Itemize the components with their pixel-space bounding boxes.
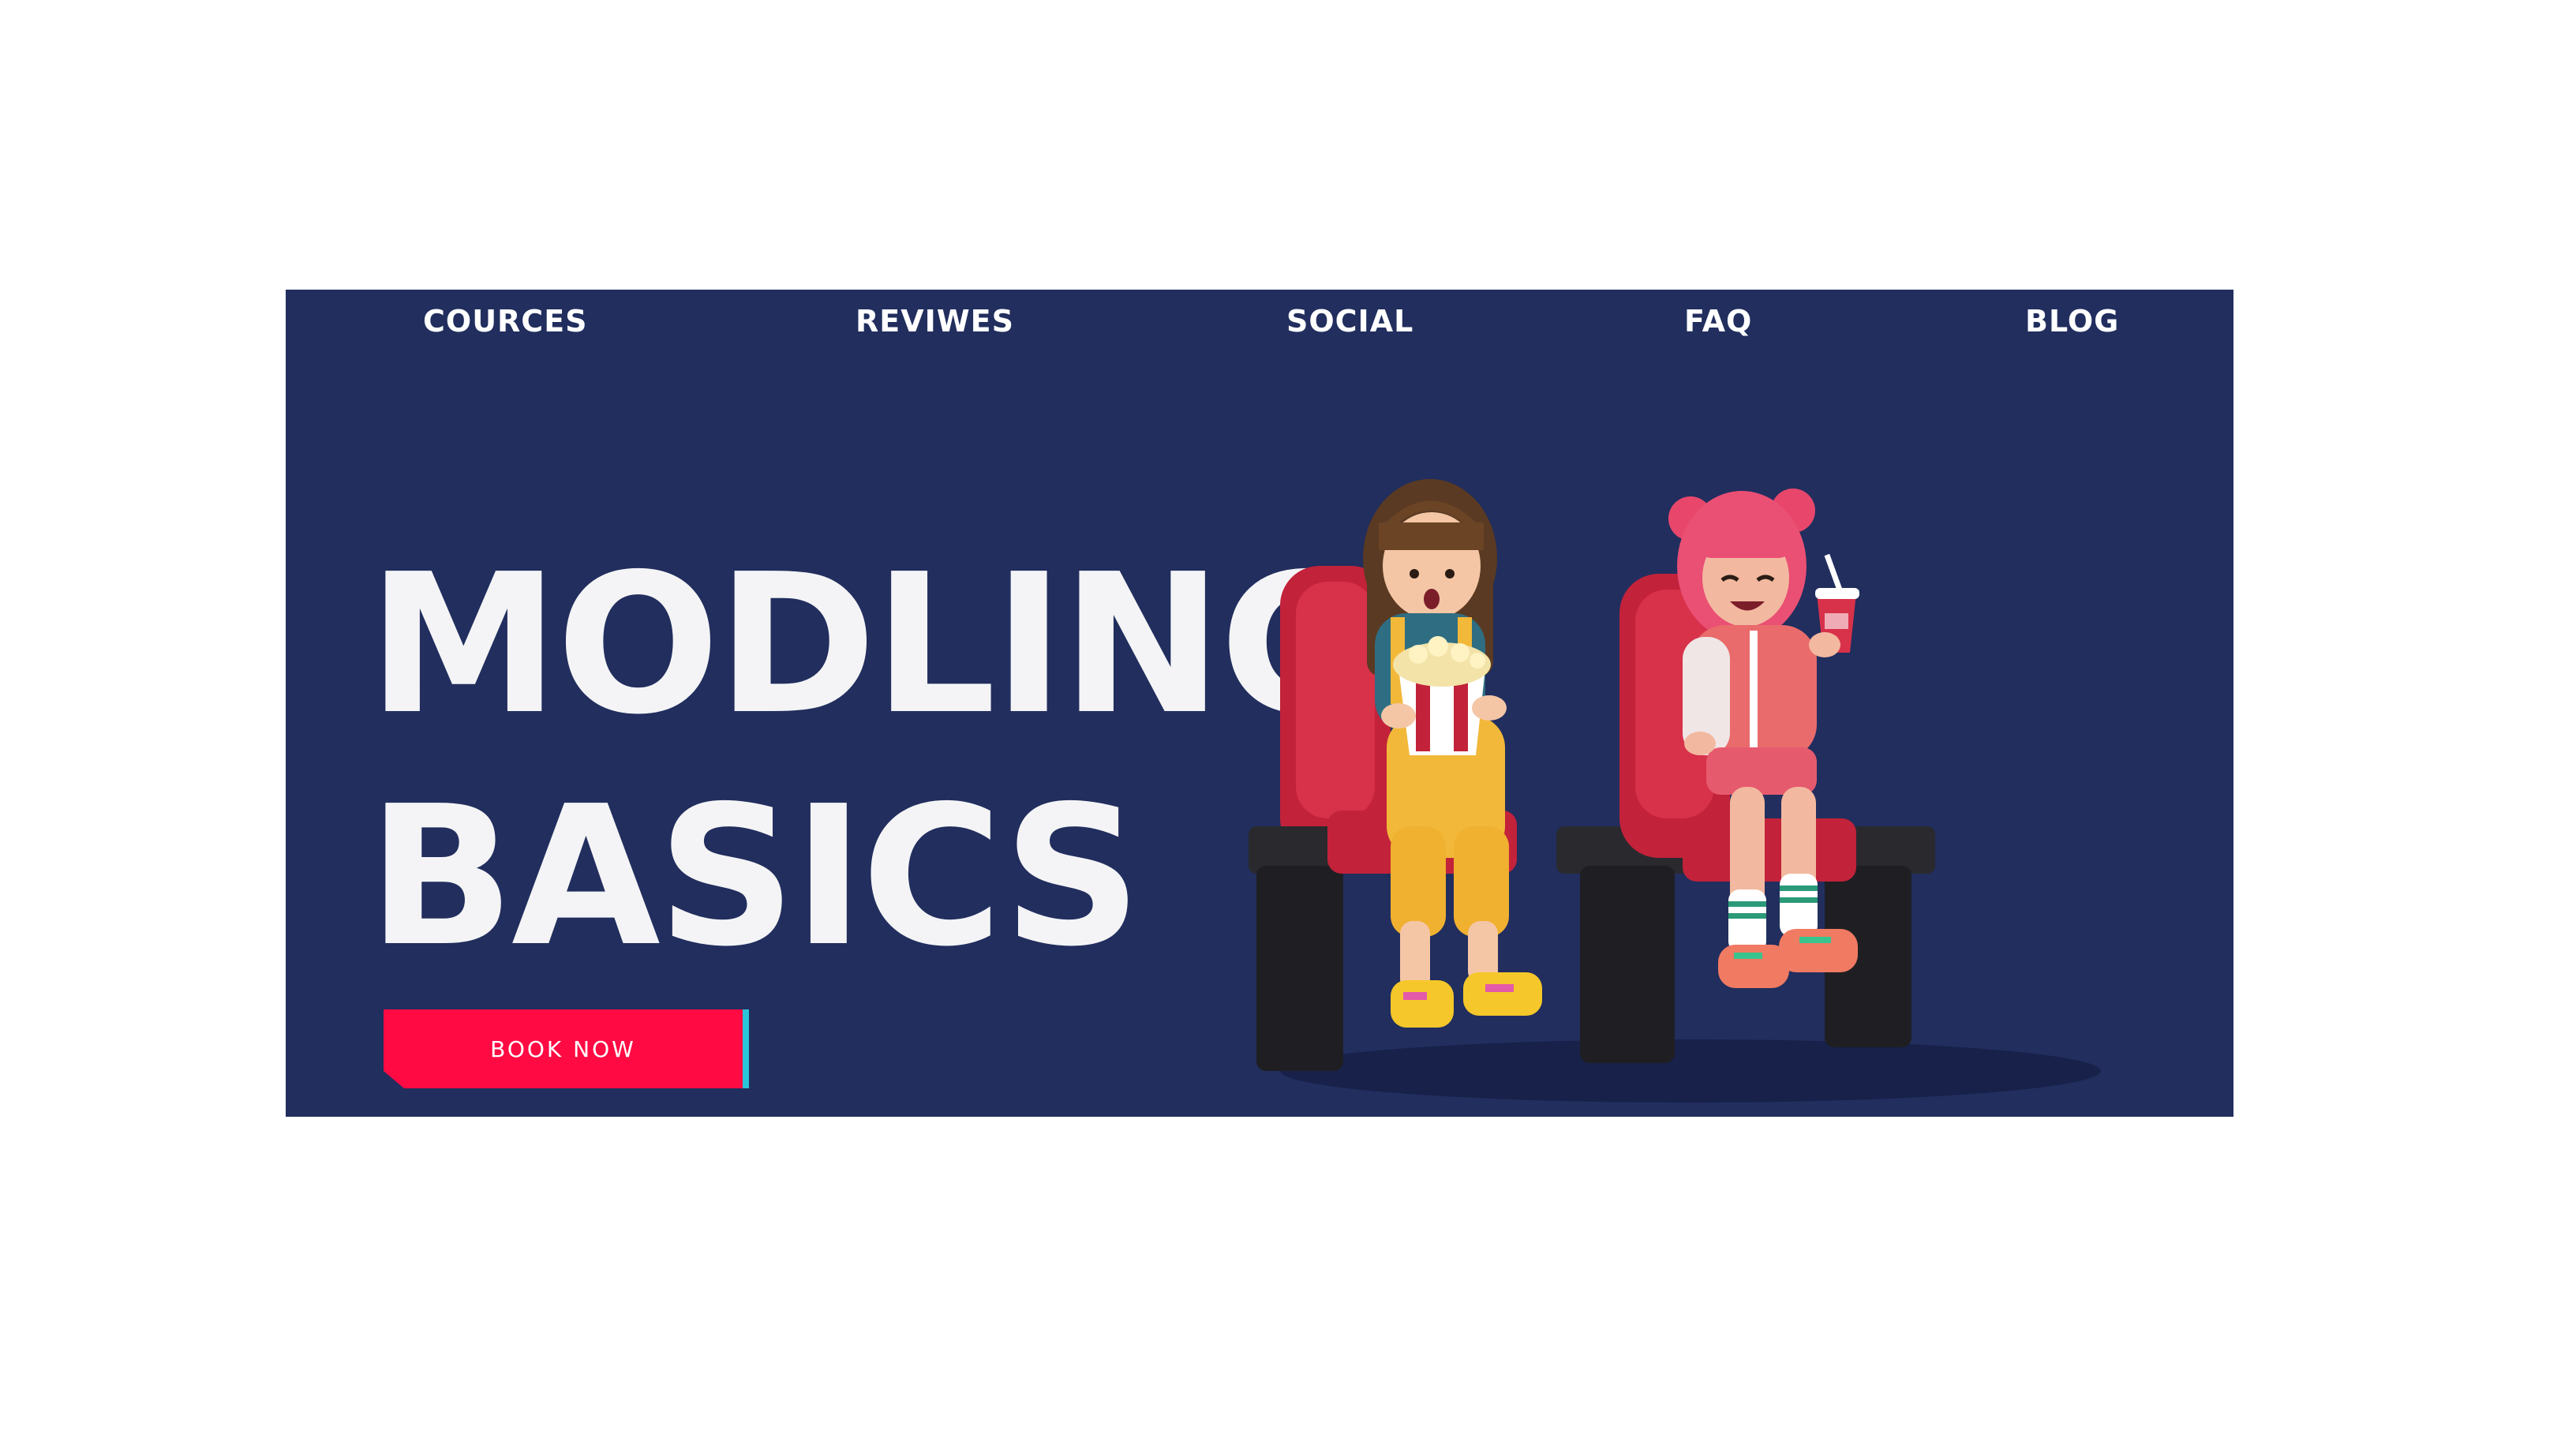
nav-item-cources[interactable]: COURCES	[423, 304, 588, 339]
nav-item-social[interactable]: SOCIAL	[1286, 304, 1413, 339]
nav-item-blog[interactable]: BLOG	[2025, 304, 2119, 339]
floor-shadow	[1280, 1039, 2101, 1103]
book-now-button-accent	[743, 1009, 749, 1088]
hero-banner: COURCES REVIWES SOCIAL FAQ BLOG MODLING …	[286, 290, 2233, 1117]
nav-item-faq[interactable]: FAQ	[1684, 304, 1752, 339]
hero-title-line-2: BASICS	[368, 765, 1142, 989]
cinema-girls-illustration	[1249, 479, 2101, 1103]
left-girl-figure	[1363, 479, 1542, 1028]
top-navigation: COURCES REVIWES SOCIAL FAQ BLOG	[286, 290, 2233, 353]
nav-item-reviwes[interactable]: REVIWES	[856, 304, 1014, 339]
book-now-button[interactable]: BOOK NOW	[384, 1009, 743, 1088]
